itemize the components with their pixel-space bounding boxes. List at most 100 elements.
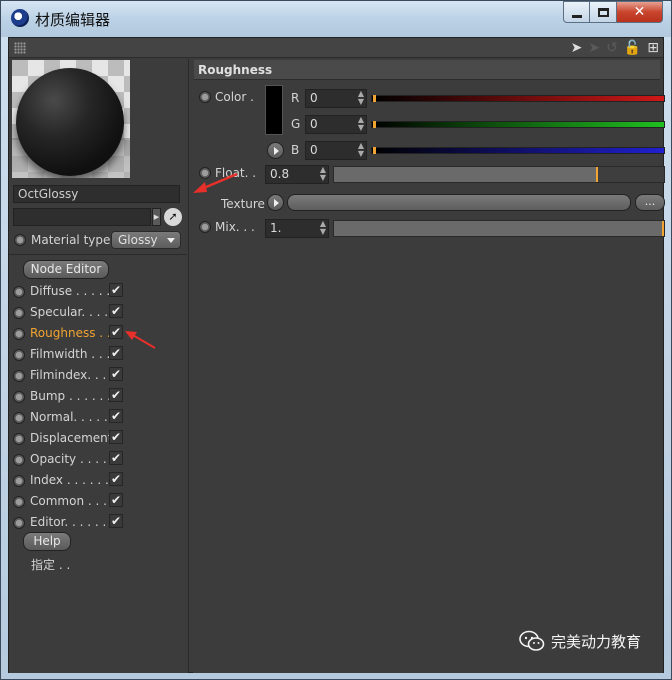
texture-expand-button[interactable] bbox=[267, 194, 284, 211]
texture-slot[interactable] bbox=[287, 194, 631, 211]
channel-row[interactable]: Normal. . . . . . ✔ bbox=[12, 408, 187, 429]
channel-label[interactable]: Common . . . . bbox=[30, 494, 115, 508]
channel-row[interactable]: Specular. . . . . ✔ bbox=[12, 303, 187, 324]
close-button[interactable]: ✕ bbox=[617, 1, 663, 23]
channel-row[interactable]: Common . . . . ✔ bbox=[12, 492, 187, 513]
back-arrow-icon[interactable]: ➤ bbox=[571, 40, 583, 56]
r-slider[interactable] bbox=[371, 95, 665, 102]
title-bar[interactable]: 材质编辑器 ✕ bbox=[1, 1, 671, 37]
channel-row[interactable]: Filmindex. . . . ✔ bbox=[12, 366, 187, 387]
channel-row[interactable]: Bump . . . . . . . ✔ bbox=[12, 387, 187, 408]
channel-label[interactable]: Specular. . . . . bbox=[30, 305, 116, 319]
channel-row[interactable]: Opacity . . . . . ✔ bbox=[12, 450, 187, 471]
channel-checkbox[interactable]: ✔ bbox=[109, 304, 123, 318]
channel-radio[interactable] bbox=[13, 286, 25, 298]
pick-cursor-icon[interactable]: ➚ bbox=[164, 208, 182, 226]
new-panel-icon[interactable]: ⊞ bbox=[647, 40, 659, 56]
g-value-field[interactable]: 0 ▲ ▼ bbox=[305, 115, 367, 134]
channel-radio[interactable] bbox=[13, 475, 25, 487]
channel-row[interactable]: Index . . . . . . . ✔ bbox=[12, 471, 187, 492]
channel-checkbox[interactable]: ✔ bbox=[109, 283, 123, 297]
mix-slider-knob[interactable] bbox=[662, 221, 664, 236]
channel-checkbox[interactable]: ✔ bbox=[109, 514, 123, 528]
channel-label[interactable]: Normal. . . . . . bbox=[30, 410, 115, 424]
field-arrow-icon[interactable]: ▶ bbox=[152, 208, 161, 226]
watermark-text: 完美动力教育 bbox=[550, 632, 641, 651]
color-expand-button[interactable] bbox=[267, 142, 284, 159]
channel-label[interactable]: Index . . . . . . . bbox=[30, 473, 116, 487]
channel-label[interactable]: Filmwidth . . . bbox=[30, 347, 110, 361]
channel-radio[interactable] bbox=[13, 307, 25, 319]
channel-radio[interactable] bbox=[13, 328, 25, 340]
watermark: 完美动力教育 bbox=[519, 630, 641, 652]
mix-slider[interactable] bbox=[333, 220, 665, 237]
b-slider-knob[interactable] bbox=[373, 147, 376, 154]
r-label: R bbox=[291, 91, 300, 105]
spinner-icon[interactable]: ▲ ▼ bbox=[358, 142, 364, 158]
channel-label[interactable]: Roughness . . bbox=[30, 326, 111, 340]
float-slider[interactable] bbox=[333, 166, 665, 183]
color-radio[interactable] bbox=[199, 91, 211, 103]
texture-browse-button[interactable]: ... bbox=[635, 194, 665, 211]
node-editor-button[interactable]: Node Editor bbox=[23, 260, 109, 279]
channel-row[interactable]: Displacement ✔ bbox=[12, 429, 187, 450]
divider bbox=[9, 254, 187, 255]
channel-label[interactable]: Filmindex. . . . bbox=[30, 368, 114, 382]
lock-icon[interactable]: 🔓 bbox=[624, 40, 641, 56]
forward-arrow-icon[interactable]: ➤ bbox=[588, 40, 600, 56]
minimize-button[interactable] bbox=[563, 1, 590, 23]
channel-label[interactable]: Diffuse . . . . . . bbox=[30, 284, 118, 298]
spinner-icon[interactable]: ▲ ▼ bbox=[320, 220, 326, 236]
channel-radio[interactable] bbox=[13, 412, 25, 424]
channel-radio[interactable] bbox=[13, 370, 25, 382]
material-type-select[interactable]: Glossy bbox=[111, 231, 181, 249]
channel-radio[interactable] bbox=[13, 517, 25, 529]
assign-label[interactable]: 指定 . . bbox=[31, 556, 70, 573]
channel-label[interactable]: Opacity . . . . . bbox=[30, 452, 114, 466]
material-preview[interactable] bbox=[12, 60, 130, 178]
channel-checkbox[interactable]: ✔ bbox=[109, 430, 123, 444]
mix-radio[interactable] bbox=[199, 221, 211, 233]
maximize-icon bbox=[597, 7, 609, 17]
float-slider-knob[interactable] bbox=[596, 167, 598, 182]
g-slider-knob[interactable] bbox=[373, 121, 376, 128]
b-slider[interactable] bbox=[371, 147, 665, 154]
channel-radio[interactable] bbox=[13, 349, 25, 361]
history-icon[interactable]: ↺ bbox=[606, 40, 618, 56]
maximize-button[interactable] bbox=[590, 1, 617, 23]
channel-radio[interactable] bbox=[13, 454, 25, 466]
material-type-radio[interactable] bbox=[14, 234, 26, 246]
channel-radio[interactable] bbox=[13, 496, 25, 508]
channel-row[interactable]: Editor. . . . . . . ✔ bbox=[12, 513, 187, 534]
spinner-icon[interactable]: ▲ ▼ bbox=[358, 116, 364, 132]
channel-radio[interactable] bbox=[13, 391, 25, 403]
channel-label[interactable]: Bump . . . . . . . bbox=[30, 389, 119, 403]
channel-checkbox[interactable]: ✔ bbox=[109, 409, 123, 423]
r-value-field[interactable]: 0 ▲ ▼ bbox=[305, 89, 367, 108]
color-swatch[interactable] bbox=[265, 85, 283, 135]
channel-checkbox[interactable]: ✔ bbox=[109, 325, 123, 339]
spinner-icon[interactable]: ▲ ▼ bbox=[358, 90, 364, 106]
channel-row[interactable]: Diffuse . . . . . . ✔ bbox=[12, 282, 187, 303]
channel-radio[interactable] bbox=[13, 433, 25, 445]
channel-checkbox[interactable]: ✔ bbox=[109, 388, 123, 402]
channel-checkbox[interactable]: ✔ bbox=[109, 493, 123, 507]
channel-label[interactable]: Editor. . . . . . . bbox=[30, 515, 114, 529]
channel-checkbox[interactable]: ✔ bbox=[109, 367, 123, 381]
g-slider[interactable] bbox=[371, 121, 665, 128]
material-name-field[interactable]: OctGlossy bbox=[13, 185, 180, 203]
b-value-field[interactable]: 0 ▲ ▼ bbox=[305, 141, 367, 160]
mix-value-field[interactable]: 1. ▲ ▼ bbox=[265, 219, 329, 238]
spinner-icon[interactable]: ▲ ▼ bbox=[320, 166, 326, 182]
drag-grip-icon[interactable] bbox=[14, 42, 26, 54]
material-link-field[interactable] bbox=[13, 208, 151, 226]
material-editor-window: 材质编辑器 ✕ ➤ ➤ ↺ 🔓 ⊞ OctGlossy ▶ ➚ Material… bbox=[0, 0, 672, 680]
float-value: 0.8 bbox=[270, 167, 290, 181]
channel-checkbox[interactable]: ✔ bbox=[109, 346, 123, 360]
help-button[interactable]: Help bbox=[23, 532, 71, 551]
r-slider-knob[interactable] bbox=[373, 95, 376, 102]
channel-checkbox[interactable]: ✔ bbox=[109, 472, 123, 486]
channel-checkbox[interactable]: ✔ bbox=[109, 451, 123, 465]
channel-label[interactable]: Displacement bbox=[30, 431, 113, 445]
float-value-field[interactable]: 0.8 ▲ ▼ bbox=[265, 165, 329, 184]
